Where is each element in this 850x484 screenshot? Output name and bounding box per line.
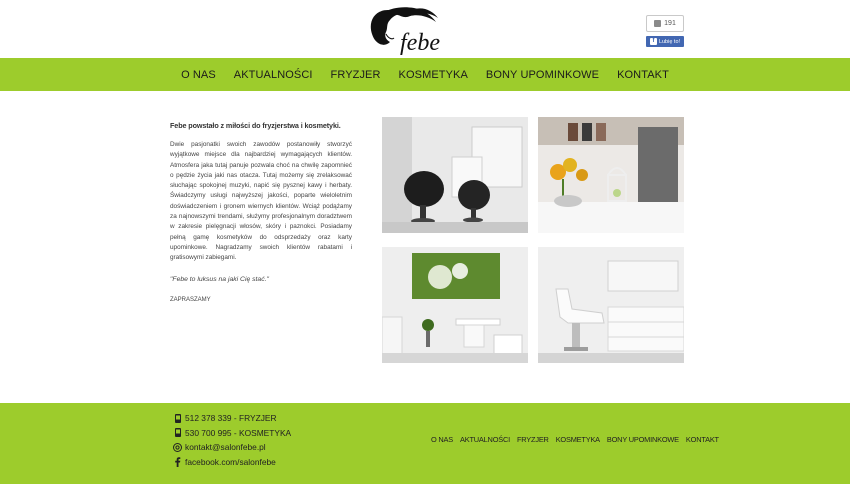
footer-contacts: 512 378 339 - FRYZJER 530 700 995 - KOSM… [173, 411, 291, 469]
footer-nav: O NAS AKTUALNOŚCI FRYZJER KOSMETYKA BONY… [431, 435, 719, 444]
site-header: febe 191 f Lubię to! [0, 0, 850, 58]
facebook-icon [173, 456, 182, 467]
nav-item-bony-upominkowe[interactable]: BONY UPOMINKOWE [477, 69, 608, 81]
about-quote: "Febe to luksus na jaki Cię stać." [170, 275, 269, 283]
phone-icon [173, 428, 182, 438]
footer-nav-bony-upominkowe[interactable]: BONY UPOMINKOWE [607, 435, 679, 444]
thumbs-up-icon [654, 20, 662, 27]
salon-photo-reception-flowers[interactable] [538, 117, 684, 233]
nav-item-kosmetyka[interactable]: KOSMETYKA [390, 69, 477, 81]
about-body: Dwie pasjonatki swoich zawodów postanowi… [170, 141, 352, 262]
facebook-like-count: 191 [646, 15, 684, 32]
logo-graphic: febe [370, 7, 440, 56]
footer-nav-o-nas[interactable]: O NAS [431, 435, 453, 444]
site-footer [0, 403, 850, 484]
salon-photo-hair-chairs[interactable] [382, 117, 528, 233]
nav-item-o-nas[interactable]: O NAS [172, 69, 225, 81]
contact-text: kontakt@salonfebe.pl [185, 442, 266, 453]
about-intro: Febe powstało z miłości do fryzjerstwa i… [170, 121, 341, 130]
like-button-label: Lubię to! [658, 38, 681, 45]
contact-email[interactable]: kontakt@salonfebe.pl [173, 440, 291, 455]
facebook-icon: f [649, 38, 657, 45]
contact-phone-kosmetyka[interactable]: 530 700 995 - KOSMETYKA [173, 426, 291, 441]
about-section: Febe powstało z miłości do fryzjerstwa i… [170, 121, 352, 303]
nav-item-fryzjer[interactable]: FRYZJER [322, 69, 390, 81]
footer-nav-fryzjer[interactable]: FRYZJER [517, 435, 549, 444]
footer-nav-kontakt[interactable]: KONTAKT [686, 435, 719, 444]
facebook-like-button[interactable]: f Lubię to! [646, 36, 684, 47]
contact-facebook[interactable]: facebook.com/salonfebe [173, 455, 291, 470]
main-nav: O NAS AKTUALNOŚCI FRYZJER KOSMETYKA BONY… [0, 58, 850, 91]
nav-item-aktualnosci[interactable]: AKTUALNOŚCI [225, 69, 322, 81]
salon-photo-manicure-station[interactable] [382, 247, 528, 363]
nav-item-kontakt[interactable]: KONTAKT [608, 69, 678, 81]
brand-logo[interactable]: febe [366, 2, 450, 58]
footer-nav-aktualnosci[interactable]: AKTUALNOŚCI [460, 435, 510, 444]
like-count-value: 191 [664, 20, 676, 27]
contact-phone-fryzjer[interactable]: 512 378 339 - FRYZJER [173, 411, 291, 426]
logo-text: febe [400, 30, 440, 56]
at-icon [173, 442, 182, 452]
footer-nav-kosmetyka[interactable]: KOSMETYKA [556, 435, 600, 444]
salon-photo-cosmetic-chair[interactable] [538, 247, 684, 363]
about-sign: ZAPRASZAMY [170, 296, 211, 303]
phone-icon [173, 413, 182, 423]
contact-text: 512 378 339 - FRYZJER [185, 413, 277, 424]
contact-text: 530 700 995 - KOSMETYKA [185, 427, 292, 438]
contact-text: facebook.com/salonfebe [185, 456, 276, 467]
